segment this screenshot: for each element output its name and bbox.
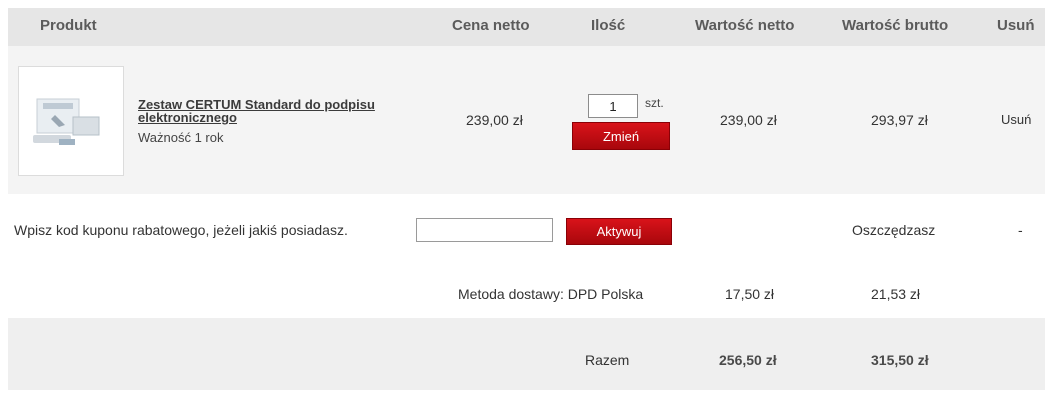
savings-value: - xyxy=(1018,222,1023,238)
cart-item-row: Zestaw CERTUM Standard do podpisu elektr… xyxy=(8,46,1045,194)
header-quantity: Ilość xyxy=(591,17,626,34)
quantity-input[interactable] xyxy=(588,94,638,118)
total-net: 256,50 zł xyxy=(719,352,777,368)
change-quantity-button[interactable]: Zmień xyxy=(572,122,670,150)
shipping-method: Metoda dostawy: DPD Polska xyxy=(458,286,644,302)
shipping-gross: 21,53 zł xyxy=(871,286,921,302)
coupon-input[interactable] xyxy=(416,218,553,242)
product-image[interactable] xyxy=(18,66,124,176)
quantity-unit: szt. xyxy=(645,96,664,110)
product-name-link[interactable]: Zestaw CERTUM Standard do podpisu elektr… xyxy=(138,98,428,124)
item-net-value: 239,00 zł xyxy=(720,112,777,128)
shopping-cart: Produkt Cena netto Ilość Wartość netto W… xyxy=(0,0,1053,394)
savings-label: Oszczędzasz xyxy=(852,222,936,238)
header-net-value: Wartość netto xyxy=(695,17,795,34)
remove-item-link[interactable]: Usuń xyxy=(1001,112,1031,127)
product-kit-icon xyxy=(33,98,100,145)
activate-coupon-button[interactable]: Aktywuj xyxy=(566,218,672,245)
item-gross-value: 293,97 zł xyxy=(871,112,928,128)
total-gross: 315,50 zł xyxy=(871,352,929,368)
header-product: Produkt xyxy=(40,17,97,34)
header-remove: Usuń xyxy=(997,17,1035,34)
cart-header: Produkt Cena netto Ilość Wartość netto W… xyxy=(8,8,1045,46)
item-net-price: 239,00 zł xyxy=(466,112,523,128)
total-label: Razem xyxy=(585,352,630,368)
shipping-net: 17,50 zł xyxy=(725,286,775,302)
total-row: Razem 256,50 zł 315,50 zł xyxy=(8,318,1045,390)
coupon-prompt: Wpisz kod kuponu rabatowego, jeżeli jaki… xyxy=(14,222,348,238)
header-gross-value: Wartość brutto xyxy=(842,17,949,34)
product-validity: Ważność 1 rok xyxy=(138,130,224,145)
header-net-price: Cena netto xyxy=(452,17,530,34)
